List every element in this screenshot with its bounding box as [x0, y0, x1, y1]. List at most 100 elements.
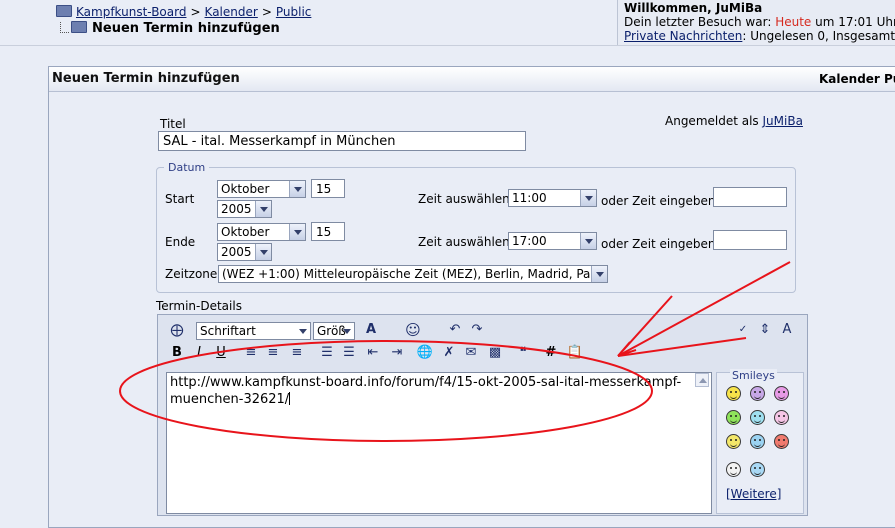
- smiley-wink-icon[interactable]: [750, 410, 765, 425]
- end-label: Ende: [165, 235, 196, 249]
- logged-in-prefix: Angemeldet als: [665, 114, 759, 128]
- insert-image-icon[interactable]: ▩: [486, 344, 504, 362]
- breadcrumb-separator: >: [261, 5, 272, 19]
- start-label: Start: [165, 192, 195, 206]
- end-year-value: 2005: [221, 245, 252, 259]
- last-visit: Dein letzter Besuch war: Heute um 17:01 …: [624, 15, 895, 29]
- text-caret: [289, 392, 291, 405]
- start-time-input[interactable]: [713, 187, 787, 207]
- bold-icon[interactable]: B: [168, 344, 186, 362]
- unlink-icon[interactable]: ✗: [440, 344, 458, 362]
- start-time-select-label: Zeit auswählen: [418, 192, 510, 206]
- smiley-biggrin-icon[interactable]: [726, 410, 741, 425]
- title-label: Titel: [160, 117, 186, 131]
- timezone-value: (WEZ +1:00) Mitteleuropäische Zeit (MEZ)…: [222, 267, 605, 281]
- end-time-select-label: Zeit auswählen: [418, 235, 510, 249]
- logged-in-info: Angemeldet als JuMiBa: [665, 114, 803, 128]
- folder-icon: [56, 5, 72, 17]
- underline-icon[interactable]: U: [212, 344, 230, 362]
- align-right-icon[interactable]: ≡: [288, 344, 306, 362]
- start-year-value: 2005: [221, 202, 252, 216]
- smiley-grin-icon[interactable]: [774, 386, 789, 401]
- indent-icon[interactable]: ⇥: [388, 344, 406, 362]
- panel-title: Neuen Termin hinzufügen: [52, 71, 240, 86]
- logged-in-user-link[interactable]: JuMiBa: [763, 114, 803, 128]
- start-time-select[interactable]: 11:00: [508, 189, 597, 207]
- panel-header: Neuen Termin hinzufügen Kalender Pu: [49, 67, 895, 92]
- smiley-cool-icon[interactable]: [726, 434, 741, 449]
- start-year-select[interactable]: 2005: [217, 200, 272, 218]
- spellcheck-icon[interactable]: ✓: [734, 321, 752, 339]
- start-day-input[interactable]: 15: [311, 179, 345, 198]
- align-left-icon[interactable]: ≡: [242, 344, 260, 362]
- end-day-input[interactable]: 15: [311, 222, 345, 241]
- end-year-select[interactable]: 2005: [217, 243, 272, 261]
- breadcrumb-link-board[interactable]: Kampfkunst-Board: [76, 5, 186, 19]
- top-bar: Kampfkunst-Board > Kalender > Public Neuen T…: [0, 0, 895, 46]
- title-input[interactable]: SAL - ital. Messerkampf in München: [158, 131, 526, 151]
- start-time-value: 11:00: [512, 191, 547, 205]
- resize-icon[interactable]: ⇕: [756, 321, 774, 339]
- pm-row: Private Nachrichten: Ungelesen 0, Insges…: [624, 29, 895, 43]
- font-select-value: Schriftart: [200, 324, 256, 338]
- insert-link-icon[interactable]: 🌐: [416, 344, 434, 362]
- tree-line-icon: [60, 22, 69, 33]
- redo-icon[interactable]: ↷: [468, 321, 486, 339]
- end-time-input[interactable]: [713, 230, 787, 250]
- editor-content-text: http://www.kampfkunst-board.info/forum/f…: [170, 375, 682, 407]
- breadcrumb-row: Kampfkunst-Board > Kalender > Public: [56, 5, 315, 19]
- code-icon[interactable]: #: [542, 344, 560, 362]
- breadcrumb-current: Neuen Termin hinzufügen: [71, 21, 280, 36]
- smiley-eek-icon[interactable]: [726, 462, 741, 477]
- smiley-rolleyes-icon[interactable]: [750, 434, 765, 449]
- breadcrumb: Kampfkunst-Board > Kalender > Public Neuen T…: [0, 0, 618, 45]
- scroll-up-button[interactable]: [695, 373, 709, 387]
- breadcrumb-link-calendar[interactable]: Kalender: [205, 5, 258, 19]
- open-folder-icon: [71, 21, 87, 33]
- outdent-icon[interactable]: ⇤: [364, 344, 382, 362]
- start-month-value: Oktober: [221, 182, 270, 196]
- smiley-menu-icon[interactable]: ☺: [404, 321, 422, 339]
- text-direction-icon[interactable]: A: [778, 321, 796, 339]
- align-center-icon[interactable]: ≡: [264, 344, 282, 362]
- end-month-select[interactable]: Oktober: [217, 223, 306, 241]
- font-select[interactable]: Schriftart: [196, 322, 311, 340]
- smiley-confused-icon[interactable]: [750, 462, 765, 477]
- end-month-value: Oktober: [221, 225, 270, 239]
- timezone-label: Zeitzone: [165, 267, 218, 281]
- start-time-input-label: oder Zeit eingeben: [601, 194, 716, 208]
- quote-icon[interactable]: ❝: [514, 344, 532, 362]
- timezone-select[interactable]: (WEZ +1:00) Mitteleuropäische Zeit (MEZ)…: [218, 265, 608, 283]
- smiley-frown-icon[interactable]: [750, 386, 765, 401]
- breadcrumb-link-public[interactable]: Public: [276, 5, 312, 19]
- editor-content[interactable]: http://www.kampfkunst-board.info/forum/f…: [170, 374, 690, 408]
- chevron-down-icon: [289, 224, 305, 240]
- paste-icon[interactable]: 📋: [566, 344, 584, 362]
- panel-header-right: Kalender Pu: [819, 72, 895, 86]
- breadcrumb-separator: >: [190, 5, 201, 19]
- message-editor[interactable]: http://www.kampfkunst-board.info/forum/f…: [166, 372, 712, 514]
- undo-icon[interactable]: ↶: [446, 321, 464, 339]
- italic-icon[interactable]: I: [190, 344, 208, 362]
- remove-format-icon[interactable]: ⨁: [168, 322, 186, 340]
- smiley-smile-icon[interactable]: [726, 386, 741, 401]
- end-time-value: 17:00: [512, 234, 547, 248]
- text-color-icon[interactable]: A: [362, 321, 380, 339]
- private-messages-link[interactable]: Private Nachrichten: [624, 29, 742, 43]
- size-select[interactable]: Größ: [313, 322, 355, 340]
- chevron-down-icon: [580, 233, 596, 249]
- insert-email-icon[interactable]: ✉: [462, 344, 480, 362]
- chevron-down-icon: [295, 323, 310, 339]
- unordered-list-icon[interactable]: ☰: [340, 344, 358, 362]
- chevron-down-icon: [255, 201, 271, 217]
- smiley-mad-icon[interactable]: [774, 434, 789, 449]
- end-time-select[interactable]: 17:00: [508, 232, 597, 250]
- last-visit-label: Dein letzter Besuch war:: [624, 15, 772, 29]
- pm-info: : Ungelesen 0, Insgesamt 3: [742, 29, 895, 43]
- more-smileys-link[interactable]: [Weitere]: [726, 487, 781, 501]
- start-month-select[interactable]: Oktober: [217, 180, 306, 198]
- ordered-list-icon[interactable]: ☰: [318, 344, 336, 362]
- breadcrumb-current-label: Neuen Termin hinzufügen: [92, 21, 280, 36]
- date-legend: Datum: [164, 161, 210, 174]
- smiley-tongue-icon[interactable]: [774, 410, 789, 425]
